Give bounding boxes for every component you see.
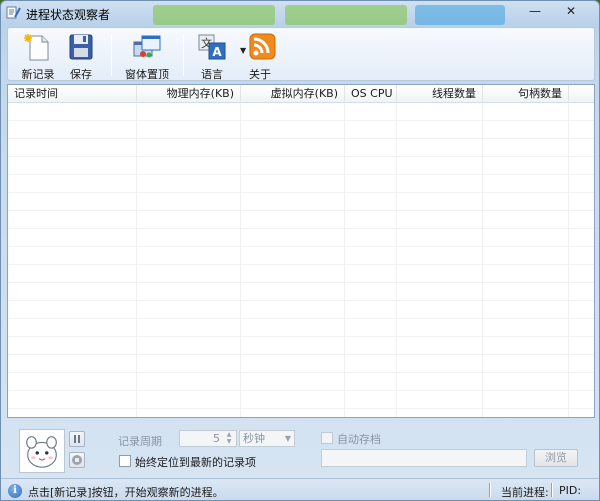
always-latest-label[interactable]: 始终定位到最新的记录项 — [135, 454, 256, 470]
minimize-icon: — — [529, 4, 541, 18]
app-icon — [6, 6, 21, 19]
about-label: 关于 — [249, 68, 271, 81]
column-header-record-time[interactable]: 记录时间 — [8, 85, 137, 103]
toolbar-separator — [183, 34, 184, 76]
new-document-icon — [24, 34, 49, 61]
stepper-arrows-icon[interactable]: ▲ ▼ — [223, 431, 235, 446]
column-header-handle-count[interactable]: 句柄数量 — [483, 85, 569, 103]
close-button[interactable]: ✕ — [549, 2, 593, 20]
auto-save-label[interactable]: 自动存档 — [337, 431, 381, 447]
svg-text:A: A — [212, 45, 222, 59]
minimize-button[interactable]: — — [521, 2, 549, 20]
record-period-value: 5 — [213, 432, 220, 445]
period-unit-value: 秒钟 — [243, 432, 265, 445]
always-latest-checkbox[interactable] — [119, 455, 131, 467]
browse-button[interactable]: 浏览 — [534, 449, 578, 467]
language-translate-icon: 文 A — [198, 34, 226, 60]
new-record-label: 新记录 — [21, 68, 55, 81]
about-button[interactable]: 关于 — [246, 30, 276, 81]
status-bar: i 点击[新记录]按钮，开始观察新的进程。 当前进程: PID: — [1, 478, 599, 500]
language-label: 语言 — [201, 68, 223, 81]
rss-about-icon — [249, 33, 276, 60]
table-body[interactable] — [8, 103, 594, 417]
column-header-thread-count[interactable]: 线程数量 — [397, 85, 483, 103]
save-button[interactable]: 保存 — [63, 30, 99, 81]
stop-button[interactable] — [69, 452, 85, 468]
auto-save-checkbox[interactable] — [321, 432, 333, 444]
app-window: 进程状态观察者 — ✕ 新记录 保存 窗体置顶 文 A 语言 ▼ 关于 记录时间… — [0, 0, 600, 501]
floppy-save-icon — [69, 34, 93, 60]
toolbar: 新记录 保存 窗体置顶 文 A 语言 ▼ 关于 — [7, 27, 595, 81]
column-header-virtual-memory[interactable]: 虚拟内存(KB) — [241, 85, 345, 103]
current-process-label: 当前进程: — [501, 486, 549, 499]
mascot-avatar — [19, 429, 65, 473]
save-path-input[interactable] — [321, 449, 527, 467]
background-decoration — [285, 5, 407, 25]
control-panel: 记录周期 5 ▲ ▼ 秒钟 ▼ 始终定位到最新的记录项 自动存档 浏览 — [7, 420, 595, 476]
save-label: 保存 — [70, 68, 92, 81]
chevron-down-icon: ▼ — [284, 434, 291, 443]
pid-label: PID: — [559, 484, 582, 497]
period-unit-select[interactable]: 秒钟 ▼ — [239, 430, 295, 447]
status-separator — [489, 483, 491, 497]
table-header: 记录时间 物理内存(KB) 虚拟内存(KB) OS CPU 线程数量 句柄数量 — [8, 85, 594, 103]
info-icon: i — [8, 484, 22, 498]
status-message: 点击[新记录]按钮，开始观察新的进程。 — [28, 486, 224, 499]
column-header-os-cpu[interactable]: OS CPU — [345, 85, 397, 103]
close-icon: ✕ — [565, 4, 577, 18]
title-bar[interactable]: 进程状态观察者 — ✕ — [1, 1, 599, 25]
stop-icon — [72, 455, 82, 465]
background-decoration — [415, 5, 505, 25]
pause-button[interactable] — [69, 431, 85, 447]
record-period-stepper[interactable]: 5 ▲ ▼ — [179, 430, 237, 447]
records-table[interactable]: 记录时间 物理内存(KB) 虚拟内存(KB) OS CPU 线程数量 句柄数量 — [7, 84, 595, 418]
background-decoration — [153, 5, 275, 25]
status-separator — [551, 483, 553, 497]
pause-icon — [74, 435, 80, 443]
topmost-label: 窗体置顶 — [125, 68, 169, 81]
toolbar-separator — [111, 34, 112, 76]
topmost-button[interactable]: 窗体置顶 — [122, 30, 172, 81]
new-record-button[interactable]: 新记录 — [18, 30, 58, 81]
windows-topmost-icon — [133, 35, 161, 58]
window-title: 进程状态观察者 — [26, 8, 111, 22]
language-button[interactable]: 文 A 语言 — [196, 30, 228, 81]
column-header-filler — [569, 85, 594, 103]
column-header-physical-memory[interactable]: 物理内存(KB) — [137, 85, 241, 103]
record-period-label: 记录周期 — [118, 435, 162, 448]
